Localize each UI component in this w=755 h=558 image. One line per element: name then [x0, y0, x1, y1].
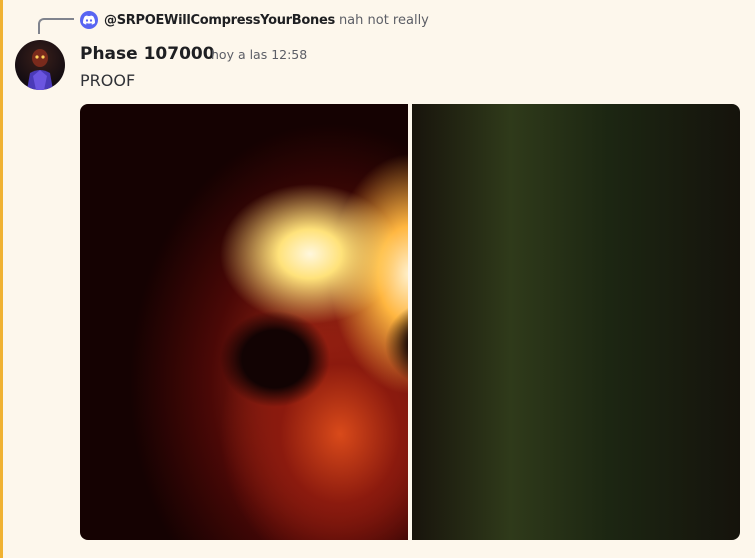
message-row: @SRPOEWillCompressYourBones nah not reall…	[0, 0, 755, 558]
discord-logo-glyph	[83, 15, 95, 25]
message-timestamp[interactable]: hoy a las 12:58	[211, 46, 307, 64]
mention-highlight-bar	[0, 0, 3, 558]
reply-preview[interactable]: @SRPOEWillCompressYourBones nah not reall…	[104, 11, 429, 31]
image-attachment-zombie-face[interactable]	[412, 104, 740, 540]
reply-spine	[38, 18, 74, 34]
user-avatar[interactable]	[15, 40, 65, 90]
message-content: PROOF	[80, 71, 136, 90]
image-attachment-deep-fried-face[interactable]	[80, 104, 408, 540]
reply-author[interactable]: @SRPOEWillCompressYourBones	[104, 13, 335, 28]
discord-logo-icon[interactable]	[80, 11, 98, 29]
message-author[interactable]: Phase 107000	[80, 42, 215, 66]
avatar-figure	[27, 49, 53, 90]
reply-content[interactable]: nah not really	[339, 13, 429, 28]
